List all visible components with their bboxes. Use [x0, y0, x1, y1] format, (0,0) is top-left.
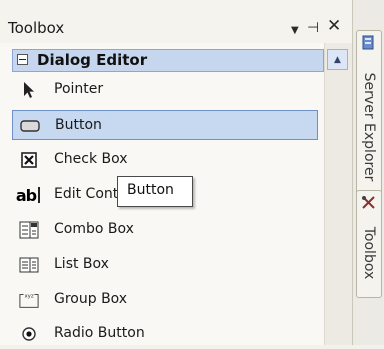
item-label: Radio Button: [54, 325, 145, 341]
side-tab-label: Toolbox: [361, 226, 377, 280]
group-box-icon: xyz: [19, 291, 39, 309]
side-tab-server-explorer[interactable]: Server Explorer: [356, 30, 382, 202]
toolbox-item-combo-box[interactable]: Combo Box: [12, 215, 318, 245]
pointer-icon: [19, 81, 39, 99]
item-label: Check Box: [54, 151, 128, 167]
side-tab-label: Server Explorer: [361, 72, 377, 182]
side-tab-toolbox[interactable]: Toolbox: [356, 190, 382, 298]
list-box-icon: [19, 256, 39, 274]
tooltip: Button: [117, 176, 193, 207]
pin-icon[interactable]: ⊣: [307, 19, 319, 37]
item-label: Pointer: [54, 81, 104, 97]
panel-title: Toolbox: [8, 19, 65, 37]
toolbox-item-button[interactable]: Button: [12, 110, 318, 140]
close-icon[interactable]: ✕: [327, 17, 341, 35]
edit-control-icon: ab: [12, 186, 44, 205]
toolbox-icon: [361, 195, 377, 215]
dropdown-arrow-icon[interactable]: ▼: [291, 22, 299, 40]
scroll-up-button[interactable]: ▲: [327, 49, 348, 70]
toolbox-item-pointer[interactable]: Pointer: [12, 75, 318, 105]
toolbox-panel: Toolbox ▼ ⊣ ✕ Dialog Editor Pointer Butt…: [0, 0, 352, 345]
collapse-icon[interactable]: [17, 54, 28, 65]
button-icon: [20, 117, 40, 135]
combo-box-icon: [19, 221, 39, 239]
item-label: Combo Box: [54, 221, 134, 237]
group-label: Dialog Editor: [37, 51, 148, 69]
item-label: Button: [55, 117, 102, 133]
check-box-icon: [19, 151, 39, 169]
radio-button-icon: [19, 325, 39, 343]
toolbox-title-bar: Toolbox ▼ ⊣ ✕: [0, 15, 352, 43]
vertical-scrollbar[interactable]: [324, 43, 352, 345]
toolbox-item-group-box[interactable]: xyz Group Box: [12, 285, 318, 315]
toolbox-item-check-box[interactable]: Check Box: [12, 145, 318, 175]
server-explorer-icon: [361, 35, 377, 55]
toolbox-item-list-box[interactable]: List Box: [12, 250, 318, 280]
item-label: List Box: [54, 256, 109, 272]
svg-text:xyz: xyz: [24, 293, 33, 299]
item-label: Group Box: [54, 291, 128, 307]
group-header-dialog-editor[interactable]: Dialog Editor: [12, 49, 324, 72]
